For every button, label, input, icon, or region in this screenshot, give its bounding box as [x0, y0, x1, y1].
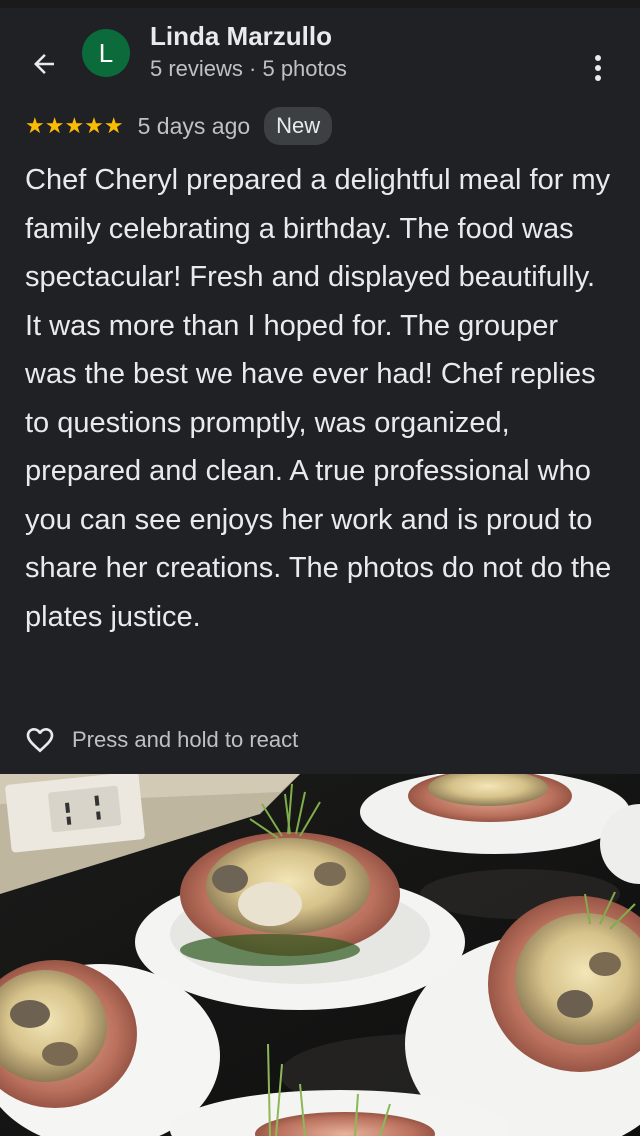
arrow-back-icon [34, 54, 54, 74]
react-button[interactable]: Press and hold to react [24, 720, 298, 760]
review-time: 5 days ago [137, 112, 251, 139]
heart-outline-icon [26, 728, 54, 753]
review-text: Chef Cheryl prepared a delightful meal f… [25, 164, 612, 633]
avatar[interactable]: L [82, 29, 130, 77]
reviewer-meta: 5 reviews · 5 photos [150, 56, 347, 81]
status-bar-edge [0, 0, 640, 8]
react-label: Press and hold to react [72, 727, 299, 752]
review-photo[interactable] [0, 774, 640, 1136]
more-vert-icon [595, 55, 601, 81]
rating-row: ★★★★★ 5 days ago New [25, 106, 333, 146]
reviewer-name[interactable]: Linda Marzullo [150, 21, 332, 52]
star-rating: ★★★★★ [25, 113, 124, 138]
back-button[interactable] [22, 42, 66, 86]
plated-scallops-photo [0, 774, 640, 1136]
more-options-button[interactable] [580, 46, 616, 90]
review-header: L Linda Marzullo 5 reviews · 5 photos [0, 8, 640, 108]
new-badge: New [264, 107, 333, 145]
